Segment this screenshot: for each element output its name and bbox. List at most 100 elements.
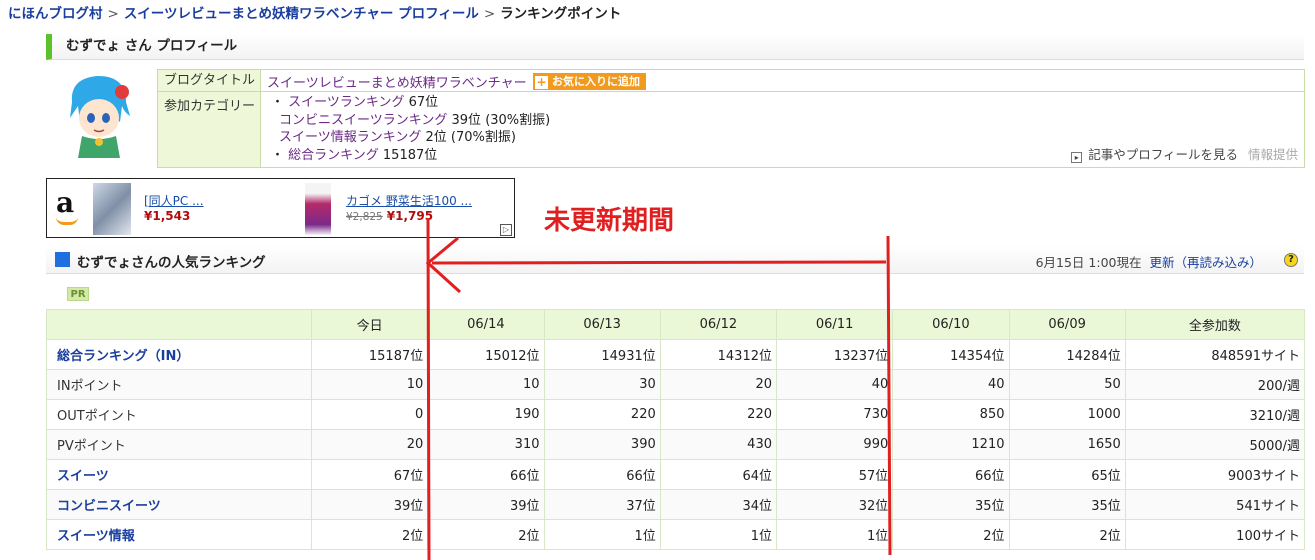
table-cell: 40 [775, 369, 894, 400]
table-row: スイーツ 67位 66位 66位 64位 57位 66位 65位 9003サイト [46, 459, 1306, 490]
column-header: 06/10 [892, 309, 1010, 340]
column-header-blank [46, 309, 312, 340]
table-cell: 850 [892, 399, 1010, 430]
table-cell: 220 [543, 399, 661, 430]
table-row: スイーツ情報 2位 2位 1位 1位 1位 2位 2位 100サイト [46, 519, 1306, 550]
ranking-timestamp: 6月15日 1:00現在 更新（再読み込み） [1035, 255, 1262, 270]
ranking-title: むずでょさんの人気ランキング [77, 255, 266, 271]
table-cell: 1位 [543, 519, 661, 550]
table-cell: 390 [543, 429, 661, 460]
blog-title-link[interactable]: スイーツレビューまとめ妖精ワラベンチャー [267, 72, 527, 91]
breadcrumb: にほんブログ村 > スイーツレビューまとめ妖精ワラベンチャー プロフィール > ランキン… [8, 2, 621, 22]
amazon-logo-icon[interactable]: a [56, 189, 80, 227]
table-header-row: 今日 06/14 06/13 06/12 06/11 06/10 06/09 全参加数 [46, 309, 1306, 340]
blog-title-label: ブログタイトル [158, 70, 260, 92]
ranking-row-link[interactable]: コンビニスイーツ [46, 489, 312, 520]
table-cell: 2位 [310, 519, 429, 550]
pr-badge: PR [67, 287, 89, 301]
avatar[interactable] [60, 72, 140, 158]
table-cell: 1650 [1008, 429, 1126, 460]
plus-icon: + [535, 75, 548, 89]
table-cell: 2位 [1008, 519, 1126, 550]
table-row: コンビニスイーツ 39位 39位 37位 34位 32位 35位 35位 541サイト [46, 489, 1306, 520]
category-link[interactable]: スイーツランキング [288, 95, 404, 110]
ranking-row-link[interactable]: 総合ランキング（IN） [46, 339, 312, 370]
table-cell: 730 [775, 399, 894, 430]
amazon-ad-banner: a [同人PC ... ¥1,543 カゴメ 野菜生活100 ... ¥2,82… [46, 178, 515, 238]
table-cell: 39位 [427, 489, 545, 520]
refresh-link[interactable]: 更新（再読み込み） [1149, 255, 1262, 270]
table-cell: 14354位 [892, 339, 1010, 370]
table-cell: 30 [543, 369, 661, 400]
ad-product-2: カゴメ 野菜生活100 ... ¥2,825 ¥1,795 [346, 192, 472, 223]
table-cell: 67位 [310, 459, 429, 490]
breadcrumb-profile-link[interactable]: スイーツレビューまとめ妖精ワラベンチャー プロフィール [124, 6, 479, 22]
ranking-row-label: PVポイント [46, 429, 312, 460]
table-row: OUTポイント 0 190 220 220 730 850 1000 3210/週 [46, 399, 1306, 430]
product-thumbnail[interactable] [93, 183, 131, 235]
column-header: 06/12 [659, 309, 778, 340]
table-cell: 15012位 [427, 339, 545, 370]
table-cell: 200/週 [1124, 369, 1306, 400]
category-label: 参加カテゴリー [158, 92, 260, 167]
table-cell: 100サイト [1124, 519, 1306, 550]
table-cell: 32位 [775, 489, 894, 520]
ranking-header: むずでょさんの人気ランキング 6月15日 1:00現在 更新（再読み込み） ? [46, 245, 1304, 274]
table-cell: 14284位 [1008, 339, 1126, 370]
breadcrumb-current: ランキングポイント [500, 6, 622, 22]
table-cell: 1210 [892, 429, 1010, 460]
ranking-row-link[interactable]: スイーツ [46, 459, 312, 490]
table-cell: 39位 [310, 489, 429, 520]
category-link[interactable]: コンビニスイーツランキング [279, 113, 447, 128]
profile-table: ブログタイトル 参加カテゴリー スイーツレビューまとめ妖精ワラベンチャー + お気… [157, 69, 1305, 168]
table-cell: 3210/週 [1124, 399, 1306, 430]
table-cell: 13237位 [775, 339, 894, 370]
help-icon[interactable]: ? [1284, 253, 1298, 267]
table-cell: 14312位 [659, 339, 778, 370]
table-cell: 15187位 [310, 339, 429, 370]
table-cell: 35位 [1008, 489, 1126, 520]
category-link[interactable]: スイーツ情報ランキング [279, 130, 421, 145]
ranking-row-label: OUTポイント [46, 399, 312, 430]
ranking-row-link[interactable]: スイーツ情報 [46, 519, 312, 550]
table-cell: 64位 [659, 459, 778, 490]
product-thumbnail[interactable] [305, 183, 331, 235]
column-header: 06/09 [1008, 309, 1126, 340]
breadcrumb-separator: > [107, 6, 119, 22]
add-favorite-button[interactable]: + お気に入りに追加 [533, 73, 646, 90]
table-cell: 1000 [1008, 399, 1126, 430]
table-cell: 2位 [892, 519, 1010, 550]
square-icon [55, 252, 70, 267]
table-cell: 1位 [659, 519, 778, 550]
table-cell: 9003サイト [1124, 459, 1306, 490]
table-cell: 2位 [427, 519, 545, 550]
table-cell: 35位 [892, 489, 1010, 520]
table-cell: 66位 [427, 459, 545, 490]
table-cell: 990 [775, 429, 894, 460]
table-cell: 220 [659, 399, 778, 430]
ad-choices-icon[interactable]: ▷ [500, 224, 512, 236]
more-links: ▸ 記事やプロフィールを見る 情報提供 [1071, 144, 1298, 163]
add-favorite-label: お気に入りに追加 [552, 75, 640, 88]
table-cell: 848591サイト [1124, 339, 1306, 370]
profile-header: むずでょ さん プロフィール [46, 34, 1304, 60]
column-header: 今日 [310, 309, 429, 340]
breadcrumb-home-link[interactable]: にほんブログ村 [8, 6, 103, 22]
view-articles-link[interactable]: 記事やプロフィールを見る [1088, 147, 1238, 162]
info-provide-link[interactable]: 情報提供 [1248, 147, 1298, 162]
ranking-row-label: INポイント [46, 369, 312, 400]
table-cell: 65位 [1008, 459, 1126, 490]
table-cell: 37位 [543, 489, 661, 520]
ad-product-1-link[interactable]: [同人PC ... [144, 192, 204, 209]
table-cell: 1位 [775, 519, 894, 550]
table-cell: 20 [659, 369, 778, 400]
table-cell: 430 [659, 429, 778, 460]
table-cell: 34位 [659, 489, 778, 520]
table-cell: 5000/週 [1124, 429, 1306, 460]
category-link[interactable]: 総合ランキング [288, 148, 379, 163]
annotation-label: 未更新期間 [544, 206, 675, 236]
ad-product-1-price: ¥1,543 [144, 209, 191, 223]
ad-product-2-link[interactable]: カゴメ 野菜生活100 ... [346, 192, 472, 209]
column-header: 06/13 [543, 309, 661, 340]
table-row: 総合ランキング（IN） 15187位 15012位 14931位 14312位 13237… [46, 339, 1306, 370]
